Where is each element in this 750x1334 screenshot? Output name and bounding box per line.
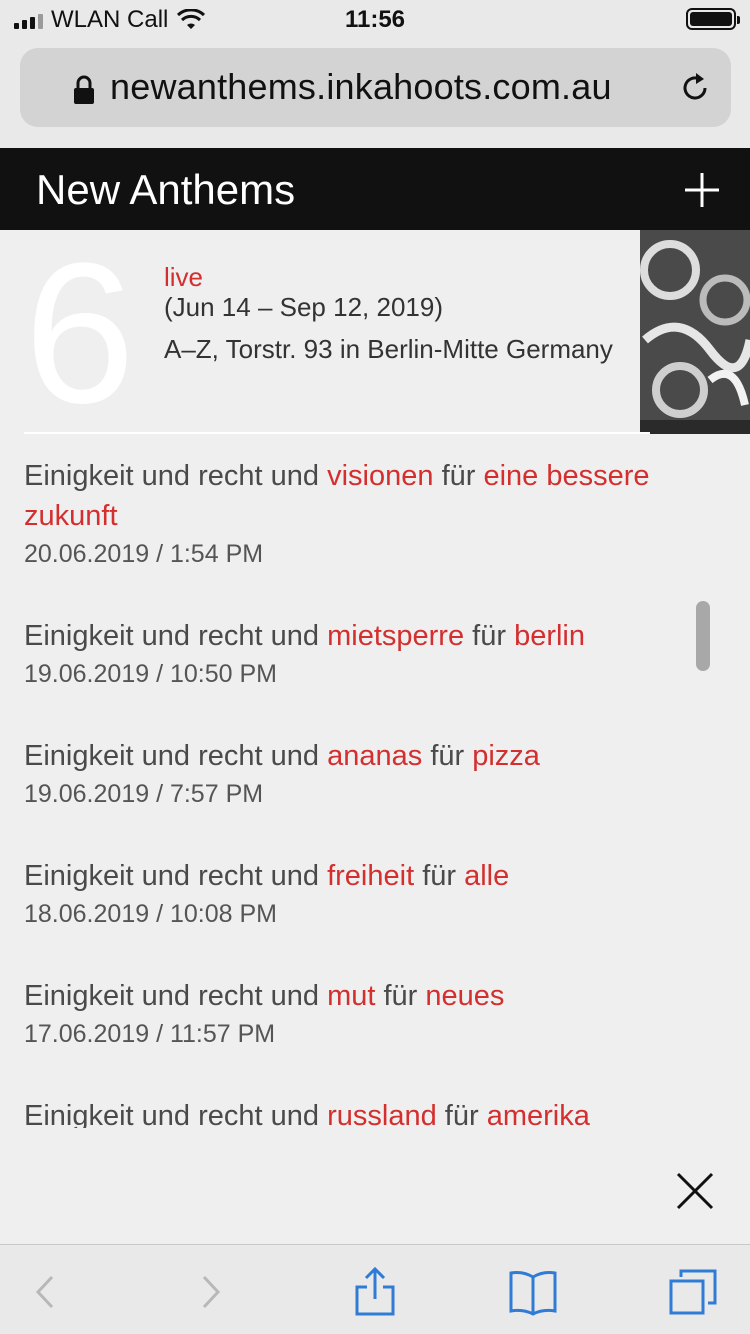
address-bar[interactable]: newanthems.inkahoots.com.au [20, 48, 731, 127]
tabs-icon[interactable] [668, 1267, 718, 1317]
event-status: live [164, 262, 204, 292]
scrollbar[interactable] [696, 601, 710, 671]
event-dates: (Jun 14 – Sep 12, 2019) [164, 292, 443, 322]
chevron-right-icon[interactable] [186, 1267, 236, 1317]
event-thumbnail-image[interactable] [640, 230, 750, 434]
anthem-word: russland [327, 1100, 437, 1128]
anthem-word: ananas [327, 740, 423, 772]
anthem-date: 20.06.2019 / 1:54 PM [24, 540, 264, 568]
anthem-list: Einigkeit und recht und visionen für ein… [0, 436, 750, 1128]
event-summary: 6 live (Jun 14 – Sep 12, 2019) A–Z, Tors… [0, 230, 750, 434]
browser-toolbar [0, 1244, 750, 1334]
anthem-connector: für [441, 460, 476, 492]
anthem-connector: für [472, 620, 506, 652]
anthem-prefix: Einigkeit und recht und [24, 980, 320, 1012]
list-item[interactable]: Einigkeit und recht und ananas für pizza… [24, 736, 664, 809]
site-header: New Anthems [0, 148, 750, 230]
anthem-prefix: Einigkeit und recht und [24, 1100, 320, 1128]
anthem-word: mietsperre [327, 620, 465, 652]
list-item[interactable]: Einigkeit und recht und mut für neues 17… [24, 976, 664, 1049]
reload-icon[interactable] [677, 70, 713, 106]
anthem-word: mut [327, 980, 376, 1012]
battery-icon [686, 8, 740, 30]
lock-icon [74, 75, 94, 104]
list-item[interactable]: Einigkeit und recht und mietsperre für b… [24, 616, 664, 689]
anthem-connector: für [430, 740, 465, 772]
anthem-date: 18.06.2019 / 10:08 PM [24, 900, 277, 928]
anthem-word: amerika [486, 1100, 590, 1128]
site-title[interactable]: New Anthems [36, 166, 295, 214]
anthem-prefix: Einigkeit und recht und [24, 860, 320, 892]
anthem-word: freiheit [327, 860, 415, 892]
anthem-date: 19.06.2019 / 10:50 PM [24, 660, 277, 688]
anthem-prefix: Einigkeit und recht und [24, 460, 320, 492]
anthem-word: visionen [327, 460, 434, 492]
event-number: 6 [24, 222, 136, 445]
anthem-prefix: Einigkeit und recht und [24, 740, 320, 772]
url-text[interactable]: newanthems.inkahoots.com.au [110, 66, 612, 108]
chevron-left-icon[interactable] [20, 1267, 70, 1317]
bookmarks-icon[interactable] [508, 1267, 558, 1317]
anthem-word: pizza [472, 740, 540, 772]
anthem-connector: für [383, 980, 418, 1012]
clock: 11:56 [344, 6, 406, 33]
anthem-word: neues [425, 980, 505, 1012]
status-bar: WLAN Call 11:56 [0, 0, 750, 40]
list-item[interactable]: Einigkeit und recht und freiheit für all… [24, 856, 664, 929]
anthem-date: 17.06.2019 / 11:57 PM [24, 1020, 276, 1048]
list-item[interactable]: Einigkeit und recht und russland für ame… [24, 1096, 664, 1128]
anthem-date: 19.06.2019 / 7:57 PM [24, 780, 264, 808]
anthem-word: alle [464, 860, 510, 892]
event-venue: A–Z, Torstr. 93 in Berlin-Mitte Germany [164, 334, 613, 364]
list-item[interactable]: Einigkeit und recht und visionen für ein… [24, 456, 664, 569]
browser-url-area: newanthems.inkahoots.com.au [0, 40, 750, 148]
close-icon[interactable] [674, 1170, 716, 1212]
section-divider [24, 432, 650, 434]
anthem-word: berlin [514, 620, 585, 652]
share-icon[interactable] [350, 1267, 400, 1317]
anthem-connector: für [422, 860, 457, 892]
anthem-connector: für [444, 1100, 479, 1128]
anthem-prefix: Einigkeit und recht und [24, 620, 320, 652]
plus-icon[interactable] [682, 170, 722, 210]
